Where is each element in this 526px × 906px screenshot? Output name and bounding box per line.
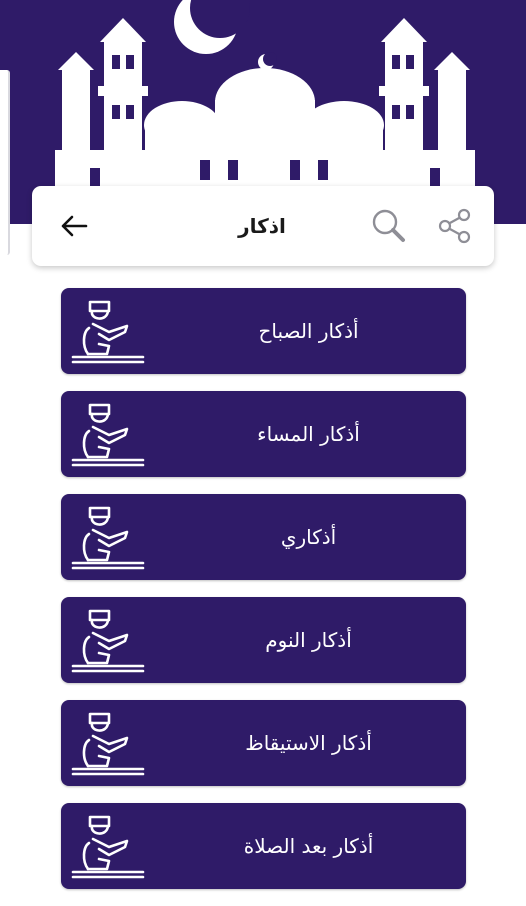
list-item-label: أذكار الاستيقاظ: [245, 731, 372, 755]
search-button[interactable]: [369, 206, 409, 246]
arrow-left-icon: [61, 215, 88, 237]
list-item[interactable]: أذكار المساء: [61, 391, 466, 477]
praying-man-icon: [71, 403, 145, 467]
list-item-label: أذكار الصباح: [258, 319, 359, 343]
search-icon: [372, 209, 405, 242]
drawer-edge[interactable]: [0, 70, 10, 255]
list-item-label: أذكاري: [280, 525, 337, 549]
praying-man-icon: [71, 506, 145, 570]
back-button[interactable]: [54, 206, 94, 246]
adhkar-list: أذكار الصباح أذكار المساء أذكاري أذكار ا…: [61, 288, 466, 906]
list-item-label: أذكار النوم: [265, 628, 352, 652]
list-item-label: أذكار بعد الصلاة: [243, 834, 374, 858]
share-icon: [438, 208, 471, 244]
list-item[interactable]: أذكار الصباح: [61, 288, 466, 374]
list-item[interactable]: أذكار النوم: [61, 597, 466, 683]
praying-man-icon: [71, 815, 145, 879]
list-item[interactable]: أذكاري: [61, 494, 466, 580]
share-button[interactable]: [435, 206, 475, 246]
praying-man-icon: [71, 300, 145, 364]
list-item[interactable]: أذكار بعد الصلاة: [61, 803, 466, 889]
praying-man-icon: [71, 609, 145, 673]
list-item[interactable]: أذكار الاستيقاظ: [61, 700, 466, 786]
list-item-label: أذكار المساء: [257, 422, 360, 446]
praying-man-icon: [71, 712, 145, 776]
page-title: اذكار: [238, 214, 286, 238]
toolbar: اذكار: [32, 186, 494, 266]
